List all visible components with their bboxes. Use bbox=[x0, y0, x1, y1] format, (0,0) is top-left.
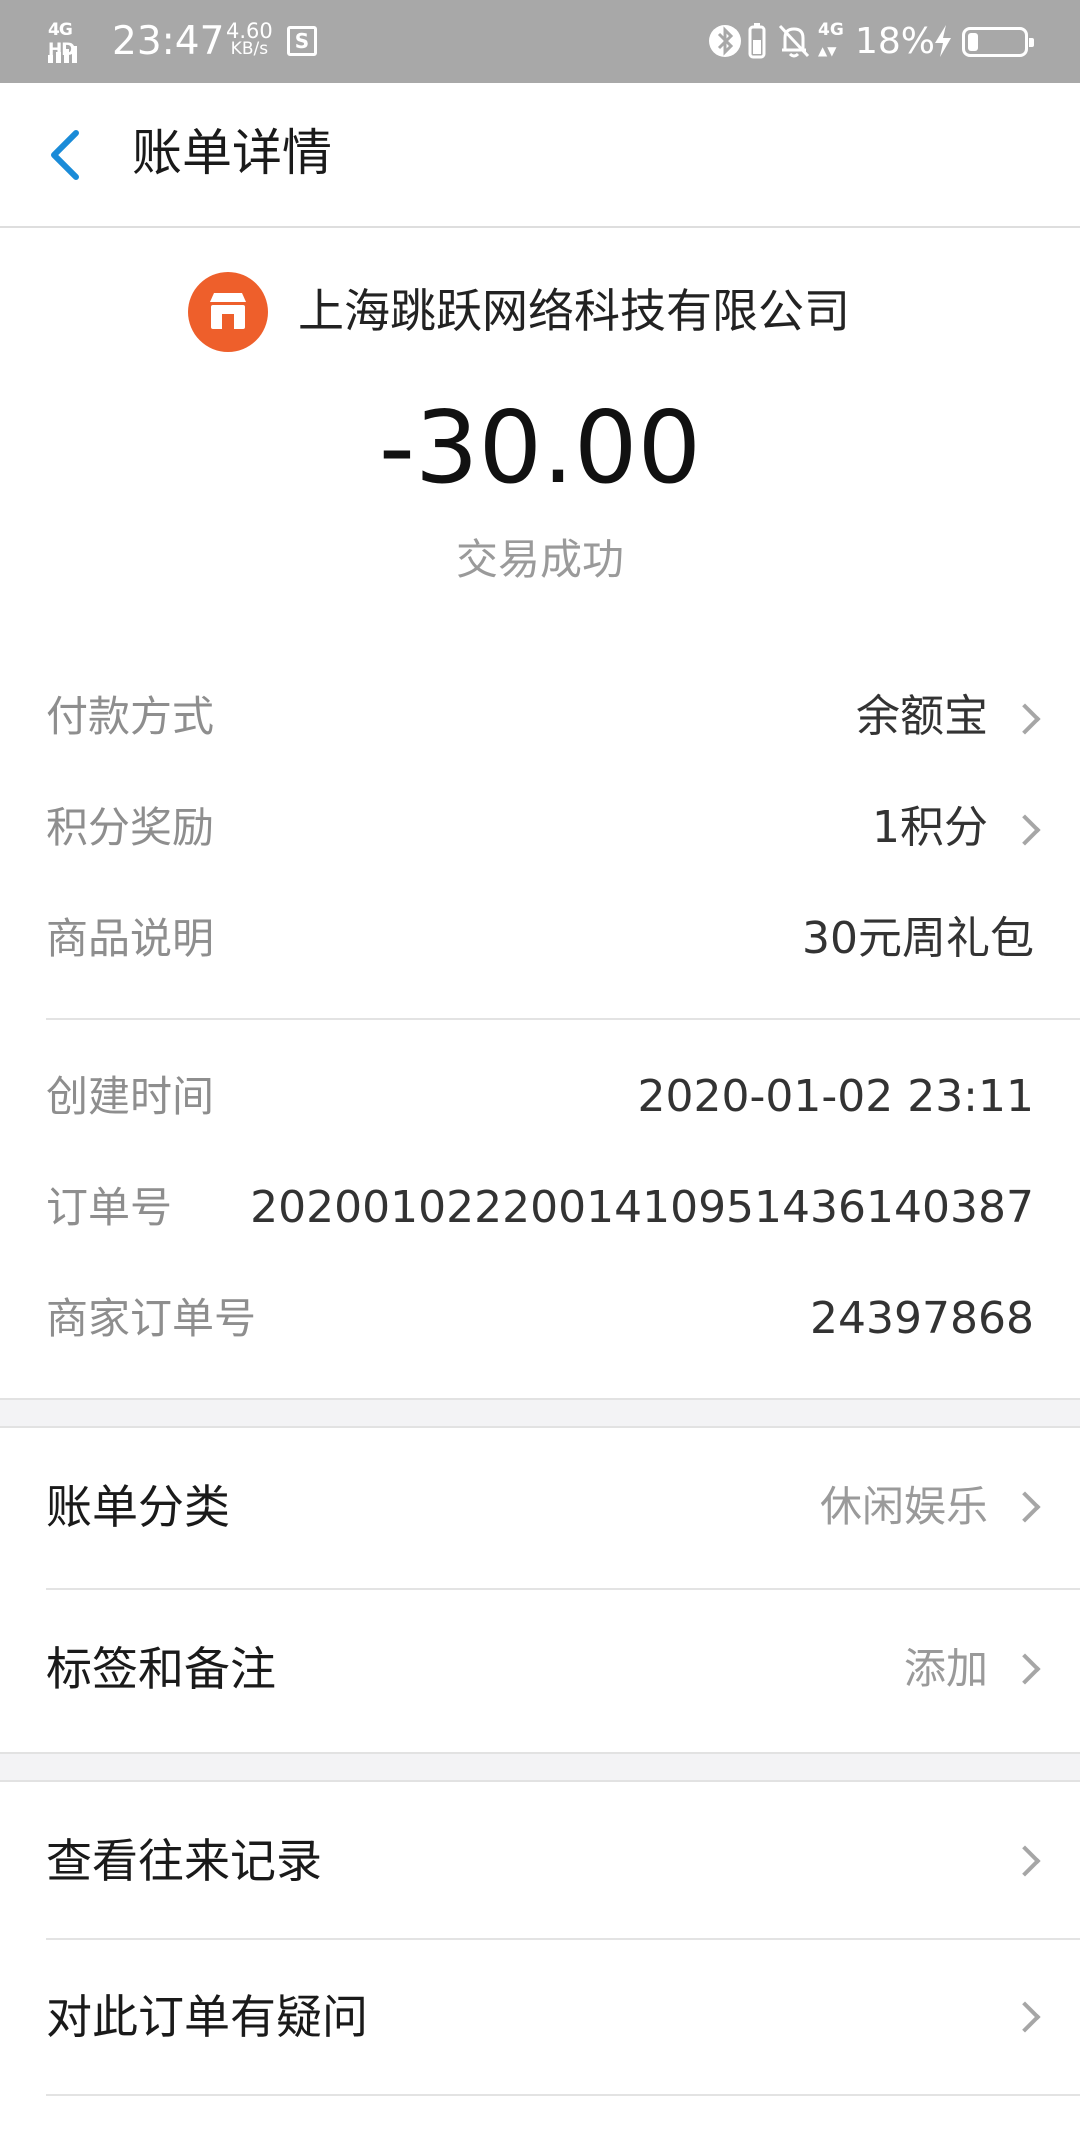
chevron-right-icon bbox=[1009, 2001, 1041, 2033]
chevron-right-icon bbox=[1009, 1653, 1041, 1685]
merchant-name[interactable]: 上海跳跃网络科技有限公司 bbox=[298, 282, 850, 340]
transaction-amount: -30.00 bbox=[378, 389, 702, 506]
row-value: 20200102220014109514361​40387 bbox=[250, 1182, 1034, 1233]
row-value: 1积分 bbox=[872, 802, 988, 853]
row-label: 标签和备注 bbox=[46, 1642, 276, 1696]
divider bbox=[46, 2094, 1080, 2096]
row-value: 2020-01-02 23:11 bbox=[637, 1071, 1035, 1122]
row-value: 30元周礼包 bbox=[802, 913, 1034, 964]
battery-icon bbox=[962, 27, 1034, 57]
bill-category-row[interactable]: 账单分类 休闲娱乐 bbox=[0, 1430, 1080, 1586]
battery-percent: 18% bbox=[855, 21, 936, 62]
screenshot-icon: S bbox=[287, 26, 317, 56]
back-button[interactable] bbox=[40, 119, 100, 191]
status-bar: 4G HD 23:47 4.60 KB/s S 4G ▲▼ 18% bbox=[0, 0, 1080, 83]
store-icon bbox=[188, 272, 268, 352]
battery-small-icon bbox=[748, 23, 766, 59]
section-separator bbox=[0, 1398, 1080, 1428]
charging-icon bbox=[935, 25, 951, 57]
chevron-right-icon bbox=[1009, 1491, 1041, 1523]
row-value: 添加 bbox=[903, 1644, 988, 1693]
created-time-row: 创建时间 2020-01-02 23:11 bbox=[0, 1058, 1080, 1138]
transaction-history-row[interactable]: 查看往来记录 bbox=[0, 1784, 1080, 1940]
network-speed: 4.60 KB/s bbox=[226, 19, 273, 59]
network-speed-unit: KB/s bbox=[230, 39, 269, 59]
divider bbox=[46, 1588, 1080, 1590]
mute-icon bbox=[778, 24, 810, 58]
order-question-row[interactable]: 对此订单有疑问 bbox=[0, 1940, 1080, 2096]
row-value: 休闲娱乐 bbox=[819, 1482, 988, 1531]
mobile-data-label: 4G bbox=[818, 20, 844, 40]
row-label: 商家订单号 bbox=[46, 1294, 257, 1343]
row-label: 商品说明 bbox=[46, 914, 215, 963]
order-number-row[interactable]: 订单号 20200102220014109514361​40387 bbox=[0, 1169, 1080, 1249]
tags-notes-row[interactable]: 标签和备注 添加 bbox=[0, 1592, 1080, 1748]
product-description-row: 商品说明 30元周礼包 bbox=[0, 900, 1080, 980]
row-label: 账单分类 bbox=[46, 1480, 230, 1534]
row-label: 创建时间 bbox=[46, 1072, 215, 1121]
merchant-order-number-row[interactable]: 商家订单号 24397868 bbox=[0, 1280, 1080, 1360]
page-title: 账单详情 bbox=[132, 124, 332, 182]
network-speed-value: 4.60 bbox=[226, 19, 273, 43]
chevron-right-icon bbox=[1009, 814, 1041, 846]
row-label: 对此订单有疑问 bbox=[46, 1990, 368, 2044]
chevron-right-icon bbox=[1009, 1845, 1041, 1877]
nav-bar: 账单详情 bbox=[0, 83, 1080, 228]
row-label: 积分奖励 bbox=[46, 803, 215, 852]
section-separator bbox=[0, 1752, 1080, 1782]
row-value: 24397868 bbox=[810, 1293, 1034, 1344]
status-time: 23:47 bbox=[112, 19, 225, 64]
battery-level bbox=[968, 33, 978, 51]
payment-method-row[interactable]: 付款方式 余额宝 bbox=[0, 678, 1080, 758]
transaction-status: 交易成功 bbox=[455, 535, 624, 584]
divider bbox=[46, 1018, 1080, 1020]
chevron-left-icon bbox=[51, 130, 79, 180]
signal-icon: 4G HD bbox=[48, 20, 98, 63]
bluetooth-icon bbox=[709, 25, 741, 57]
row-label: 查看往来记录 bbox=[46, 1834, 322, 1888]
points-reward-row[interactable]: 积分奖励 1积分 bbox=[0, 789, 1080, 869]
row-value: 余额宝 bbox=[856, 691, 988, 742]
row-label: 订单号 bbox=[46, 1183, 173, 1232]
row-label: 付款方式 bbox=[46, 692, 215, 741]
mobile-data-icon: 4G ▲▼ bbox=[818, 20, 844, 58]
chevron-right-icon bbox=[1009, 703, 1041, 735]
